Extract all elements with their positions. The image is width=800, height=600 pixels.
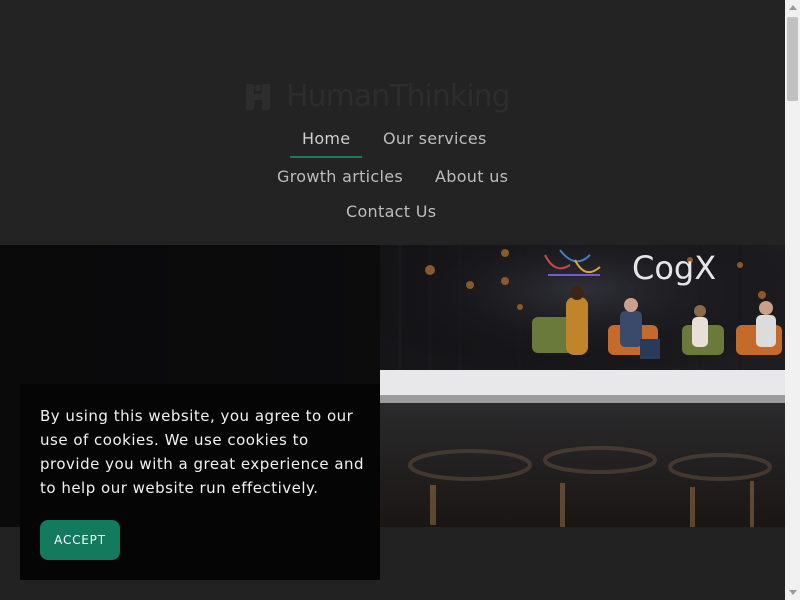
cookie-banner: By using this website, you agree to our … xyxy=(20,384,380,580)
humanthinking-logo-icon xyxy=(246,84,270,110)
scroll-down-arrow-icon[interactable] xyxy=(789,590,797,595)
scroll-up-arrow-icon[interactable] xyxy=(789,5,797,10)
cookie-message: By using this website, you agree to our … xyxy=(40,407,365,497)
accept-cookies-button[interactable]: ACCEPT xyxy=(40,520,120,560)
nav-home[interactable]: Home xyxy=(302,129,350,148)
scrollbar-thumb[interactable] xyxy=(787,17,798,101)
nav-contact-us[interactable]: Contact Us xyxy=(346,202,436,221)
brand-logo[interactable]: HumanThinking xyxy=(244,78,511,116)
page-content: HumanThinking Home Our services Growth a… xyxy=(0,0,785,600)
brand-name: HumanThinking xyxy=(286,79,511,114)
nav-about-us[interactable]: About us xyxy=(435,167,508,186)
nav-active-indicator xyxy=(290,156,362,158)
nav-our-services[interactable]: Our services xyxy=(383,129,487,148)
stage-sign-text: CogX xyxy=(632,249,716,287)
nav-growth-articles[interactable]: Growth articles xyxy=(277,167,403,186)
page: HumanThinking Home Our services Growth a… xyxy=(0,0,800,600)
vertical-scrollbar[interactable] xyxy=(785,0,800,600)
site-header: HumanThinking Home Our services Growth a… xyxy=(0,0,785,245)
